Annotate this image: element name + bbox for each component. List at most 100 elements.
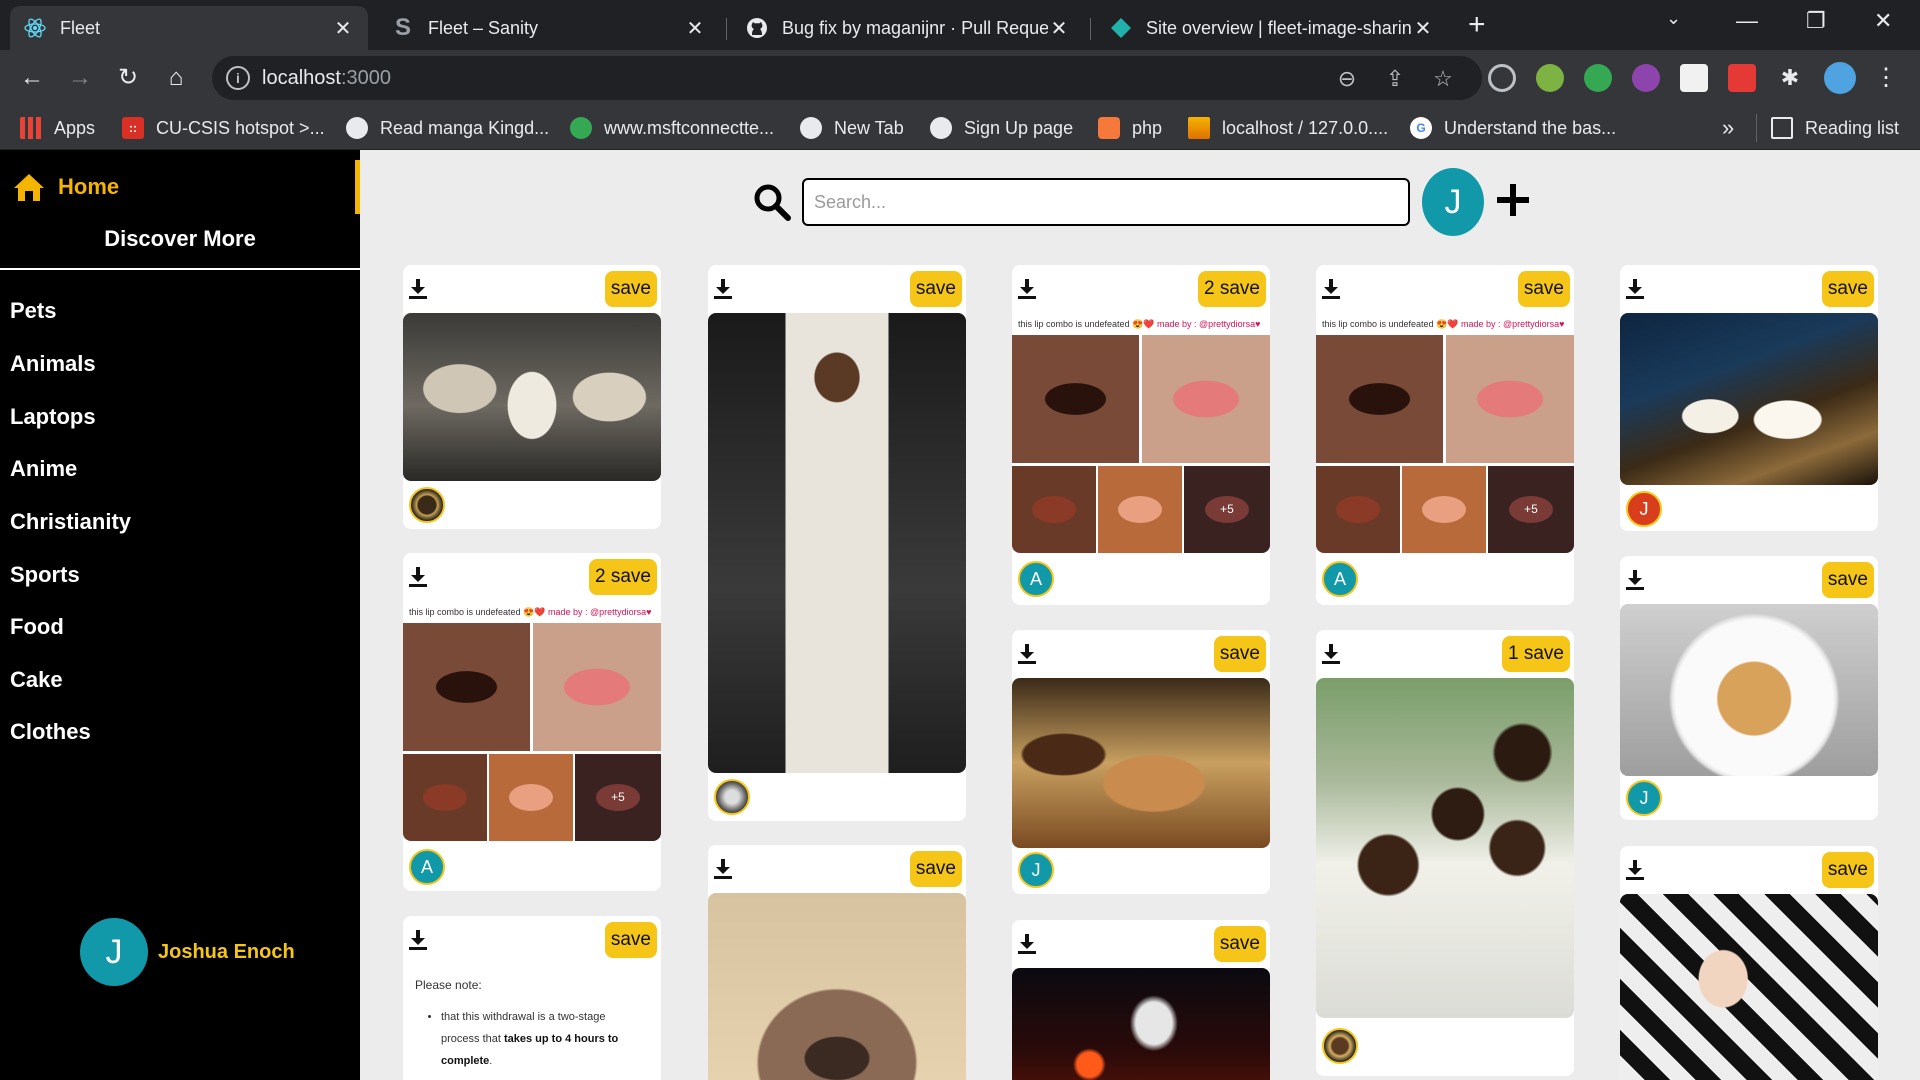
close-tab-icon[interactable]: ✕: [332, 16, 354, 41]
save-button[interactable]: save: [604, 271, 657, 307]
search-input[interactable]: [802, 178, 1410, 226]
save-button[interactable]: save: [909, 851, 962, 887]
pin-image-lips[interactable]: this lip combo is undefeated 😍❤️ made by…: [1316, 313, 1574, 553]
restore-button[interactable]: ❐: [1806, 8, 1826, 34]
pin-card[interactable]: save Please note: that this withdrawal i…: [403, 916, 661, 1080]
download-icon[interactable]: [1624, 858, 1646, 882]
reading-list-button[interactable]: Reading list: [1756, 114, 1899, 142]
bookmark-google[interactable]: G Understand the bas...: [1410, 114, 1616, 142]
sidebar-item-cake[interactable]: Cake: [10, 667, 63, 693]
pin-image-anime[interactable]: [1012, 968, 1270, 1080]
bookmark-newtab[interactable]: New Tab: [800, 114, 904, 142]
more-photos-badge[interactable]: +5: [575, 754, 661, 841]
site-info-icon[interactable]: i: [226, 66, 250, 90]
reload-icon[interactable]: ↻: [112, 62, 144, 94]
pin-card[interactable]: save: [403, 265, 661, 529]
download-icon[interactable]: [712, 857, 734, 881]
more-photos-badge[interactable]: +5: [1184, 466, 1270, 553]
add-pin-icon[interactable]: [1494, 180, 1532, 220]
pin-image-dog[interactable]: [708, 893, 966, 1080]
pin-image-pasta[interactable]: [1620, 604, 1878, 776]
bookmark-localhost[interactable]: localhost / 127.0.0....: [1188, 114, 1388, 142]
pin-card[interactable]: 2 save this lip combo is undefeated 😍❤️ …: [1012, 265, 1270, 605]
pin-user-avatar[interactable]: J: [1626, 780, 1662, 816]
download-icon[interactable]: [1016, 642, 1038, 666]
forward-arrow-icon[interactable]: →: [64, 62, 96, 94]
pin-image-cake[interactable]: [1012, 678, 1270, 848]
extension-red-icon[interactable]: [1728, 64, 1756, 92]
header-avatar[interactable]: J: [1422, 168, 1484, 236]
save-button[interactable]: save: [1213, 636, 1266, 672]
save-button[interactable]: 2 save: [589, 559, 657, 595]
download-icon[interactable]: [1016, 277, 1038, 301]
sidebar-item-animals[interactable]: Animals: [10, 351, 96, 377]
home-icon[interactable]: ⌂: [160, 62, 192, 94]
sidebar-item-laptops[interactable]: Laptops: [10, 404, 96, 430]
pin-image-lips[interactable]: this lip combo is undefeated 😍❤️ made by…: [1012, 313, 1270, 553]
pin-card[interactable]: save J: [1620, 265, 1878, 531]
save-button[interactable]: save: [1821, 271, 1874, 307]
pin-user-avatar[interactable]: A: [1018, 561, 1054, 597]
extension-check-icon[interactable]: [1584, 64, 1612, 92]
pin-card[interactable]: save J: [1012, 630, 1270, 894]
extension-target-icon[interactable]: [1488, 64, 1516, 92]
bookmark-manga[interactable]: Read manga Kingd...: [346, 114, 549, 142]
address-url[interactable]: localhost:3000: [262, 67, 391, 90]
pin-image-friends[interactable]: [1316, 678, 1574, 1018]
tab-sanity[interactable]: S Fleet – Sanity ✕: [378, 6, 720, 50]
pin-card[interactable]: save: [1012, 920, 1270, 1080]
pin-card[interactable]: save: [1620, 846, 1878, 1080]
bookmark-signup[interactable]: Sign Up page: [930, 114, 1073, 142]
zoom-icon[interactable]: ⊖: [1334, 66, 1360, 92]
minimize-button[interactable]: —: [1736, 8, 1758, 34]
bookmark-hotspot[interactable]: :: CU-CSIS hotspot >...: [122, 114, 325, 142]
close-tab-icon[interactable]: ✕: [684, 16, 706, 41]
pin-user-avatar[interactable]: [1322, 1028, 1358, 1064]
download-icon[interactable]: [1016, 932, 1038, 956]
pin-image-sheep[interactable]: [403, 313, 661, 481]
pin-card[interactable]: save: [708, 845, 966, 1080]
pin-user-avatar[interactable]: J: [1018, 852, 1054, 888]
download-icon[interactable]: [1624, 568, 1646, 592]
save-button[interactable]: save: [1517, 271, 1570, 307]
extension-doc-icon[interactable]: [1680, 64, 1708, 92]
back-arrow-icon[interactable]: ←: [16, 62, 48, 94]
bookmark-php[interactable]: php: [1098, 114, 1162, 142]
pin-user-avatar[interactable]: [714, 779, 750, 815]
pin-card[interactable]: save J: [1620, 556, 1878, 820]
save-button[interactable]: 2 save: [1198, 271, 1266, 307]
close-tab-icon[interactable]: ✕: [1048, 16, 1070, 41]
tab-search-icon[interactable]: ⌄: [1666, 8, 1681, 29]
sidebar-item-sports[interactable]: Sports: [10, 562, 80, 588]
sidebar-user-profile[interactable]: J Joshua Enoch: [80, 918, 295, 986]
bookmark-apps[interactable]: Apps: [20, 114, 95, 142]
extension-purple-icon[interactable]: [1632, 64, 1660, 92]
bookmark-star-icon[interactable]: ☆: [1430, 66, 1456, 92]
download-icon[interactable]: [407, 565, 429, 589]
save-button[interactable]: 1 save: [1502, 636, 1570, 672]
sidebar-item-food[interactable]: Food: [10, 614, 64, 640]
pin-user-avatar[interactable]: [409, 487, 445, 523]
pin-image-anime[interactable]: [1620, 894, 1878, 1080]
sidebar-item-anime[interactable]: Anime: [10, 456, 77, 482]
pin-card[interactable]: save this lip combo is undefeated 😍❤️ ma…: [1316, 265, 1574, 605]
extensions-puzzle-icon[interactable]: ✱: [1776, 64, 1804, 92]
new-tab-button[interactable]: +: [1468, 8, 1486, 42]
browser-menu-icon[interactable]: ⋮: [1872, 64, 1900, 92]
download-icon[interactable]: [1624, 277, 1646, 301]
download-icon[interactable]: [407, 928, 429, 952]
download-icon[interactable]: [1320, 642, 1342, 666]
save-button[interactable]: save: [1213, 926, 1266, 962]
extension-green-icon[interactable]: [1536, 64, 1564, 92]
save-button[interactable]: save: [909, 271, 962, 307]
save-button[interactable]: save: [604, 922, 657, 958]
sidebar-home-link[interactable]: Home: [0, 160, 360, 214]
sidebar-item-pets[interactable]: Pets: [10, 298, 56, 324]
search-icon[interactable]: [752, 182, 792, 222]
pin-image-note[interactable]: Please note: that this withdrawal is a t…: [403, 964, 661, 1080]
pin-card[interactable]: 2 save this lip combo is undefeated 😍❤️ …: [403, 553, 661, 891]
pin-image-fashion[interactable]: [708, 313, 966, 773]
window-close-button[interactable]: ✕: [1874, 8, 1892, 34]
sidebar-item-clothes[interactable]: Clothes: [10, 719, 91, 745]
sidebar-item-christianity[interactable]: Christianity: [10, 509, 131, 535]
